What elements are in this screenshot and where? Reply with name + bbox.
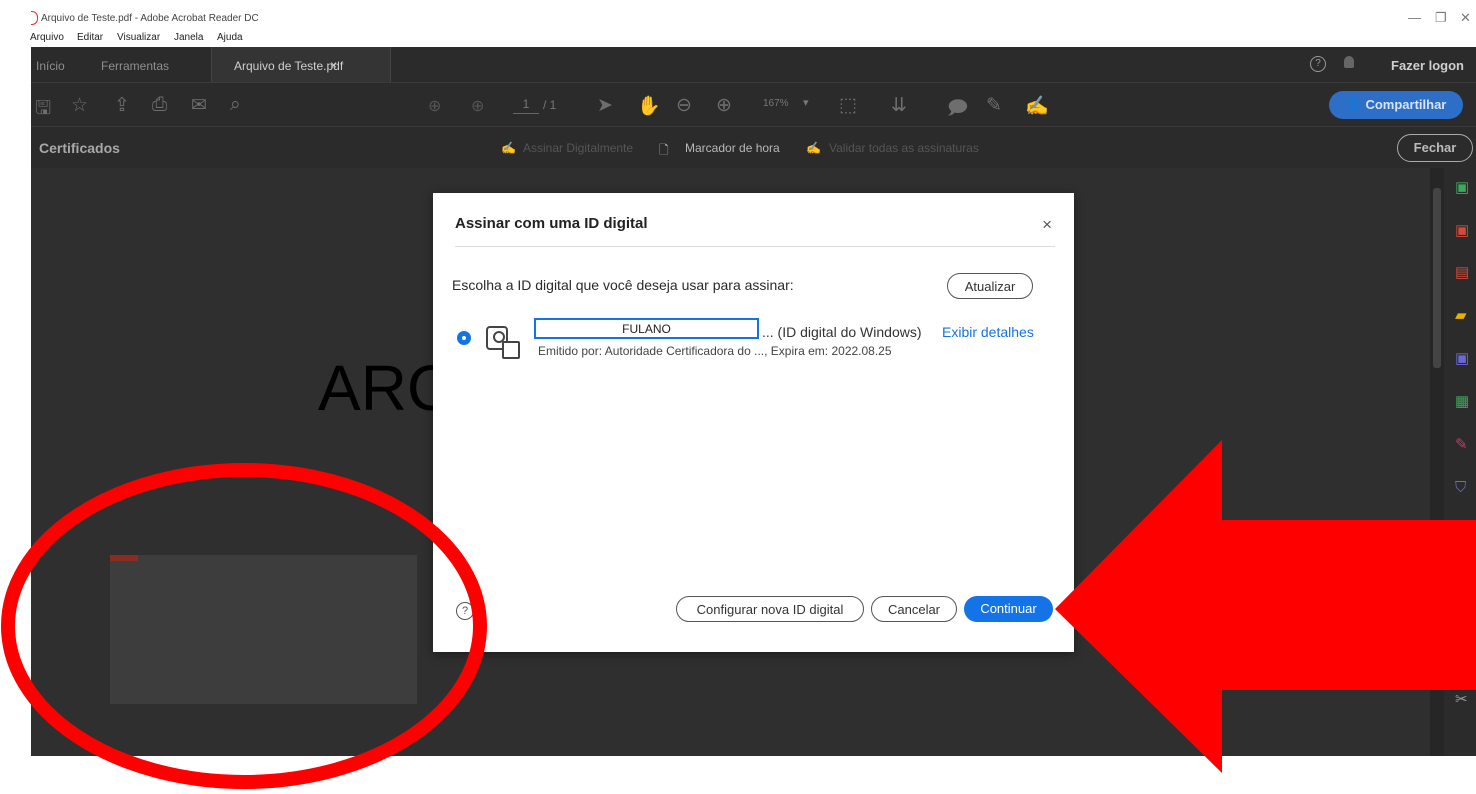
scrollbar-thumb[interactable] bbox=[1433, 188, 1441, 368]
menu-arquivo[interactable]: Arquivo bbox=[30, 32, 64, 43]
tab-ferramentas[interactable]: Ferramentas bbox=[101, 59, 169, 73]
save-disk-icon bbox=[502, 341, 520, 359]
digital-id-type: ... (ID digital do Windows) bbox=[762, 324, 922, 340]
menu-ajuda[interactable]: Ajuda bbox=[217, 32, 243, 43]
tab-inicio[interactable]: Início bbox=[36, 59, 65, 73]
organize-pages-icon[interactable]: ▤ bbox=[1455, 265, 1471, 281]
search-zoom-icon[interactable]: ⌕ bbox=[230, 94, 241, 116]
share-label: Compartilhar bbox=[1365, 97, 1447, 112]
menu-visualizar[interactable]: Visualizar bbox=[117, 32, 160, 43]
timestamp-icon: 🗋 bbox=[659, 143, 669, 157]
digital-id-name[interactable]: FULANO bbox=[534, 318, 759, 339]
restore-button[interactable]: ❐ bbox=[1435, 10, 1447, 26]
tab-document-label: Arquivo de Teste.pdf bbox=[234, 59, 344, 73]
menu-bar: Arquivo Editar Visualizar Janela Ajuda bbox=[0, 32, 1476, 46]
menu-janela[interactable]: Janela bbox=[174, 32, 203, 43]
validate-signatures-icon: ✍ bbox=[806, 141, 821, 155]
menu-editar[interactable]: Editar bbox=[77, 32, 103, 43]
zoom-in-icon[interactable]: ⊕ bbox=[716, 94, 732, 117]
tab-document[interactable]: Arquivo de Teste.pdf × bbox=[211, 47, 391, 82]
refresh-button[interactable]: Atualizar bbox=[947, 273, 1033, 299]
next-page-icon[interactable]: ⊕ bbox=[471, 96, 484, 116]
comment-tool-icon[interactable]: ▰ bbox=[1455, 308, 1471, 324]
sign-digital-id-dialog: Assinar com uma ID digital × Escolha a I… bbox=[433, 193, 1074, 652]
prepare-form-icon[interactable]: ✎ bbox=[1455, 566, 1471, 582]
sign-digitally-icon: ✍ bbox=[501, 141, 516, 155]
minimize-button[interactable]: — bbox=[1408, 10, 1421, 25]
login-link[interactable]: Fazer logon bbox=[1391, 58, 1464, 73]
select-cursor-icon[interactable]: ➤ bbox=[597, 94, 613, 117]
highlight-pen-icon[interactable]: ✎ bbox=[986, 94, 1002, 117]
configure-new-id-button[interactable]: Configurar nova ID digital bbox=[676, 596, 864, 622]
acrobat-pdf-icon[interactable]: ▣ bbox=[1455, 523, 1471, 539]
certificate-icon bbox=[486, 326, 520, 359]
window-title-bar: Arquivo de Teste.pdf - Adobe Acrobat Rea… bbox=[0, 0, 1476, 32]
create-pdf-icon[interactable]: ▣ bbox=[1455, 180, 1471, 196]
protect-icon[interactable]: ⛉ bbox=[1455, 480, 1471, 496]
share-button[interactable]: 👤 Compartilhar bbox=[1329, 91, 1463, 119]
certificates-icon[interactable]: ✍ bbox=[1455, 650, 1474, 666]
save-icon[interactable]: 🖫 bbox=[35, 94, 51, 126]
send-review-icon[interactable]: ▣ bbox=[1455, 609, 1471, 625]
email-icon[interactable]: ✉ bbox=[191, 94, 207, 117]
dialog-prompt: Escolha a ID digital que você deseja usa… bbox=[452, 277, 794, 293]
signature-field-tag bbox=[110, 555, 138, 561]
previous-page-icon[interactable]: ⊕ bbox=[428, 96, 441, 116]
hand-icon[interactable]: ✋ bbox=[637, 94, 661, 118]
main-toolbar: 🖫 ☆ ⇪ ⎙ ✉ ⌕ ⊕ ⊕ 1 / 1 ➤ ✋ ⊖ ⊕ 167% ▾ ⬚ ⇊… bbox=[31, 82, 1476, 127]
notifications-bell-icon[interactable] bbox=[1344, 56, 1354, 68]
window-title: Arquivo de Teste.pdf - Adobe Acrobat Rea… bbox=[41, 13, 259, 24]
digital-id-radio[interactable] bbox=[457, 331, 471, 345]
dialog-title: Assinar com uma ID digital bbox=[455, 215, 648, 232]
help-icon[interactable]: ? bbox=[456, 602, 474, 620]
acrobat-logo-icon bbox=[31, 11, 38, 25]
page-number-input[interactable]: 1 bbox=[513, 95, 539, 114]
add-user-icon: 👤 bbox=[1345, 97, 1362, 112]
close-certificates-button[interactable]: Fechar bbox=[1397, 134, 1473, 162]
zoom-out-icon[interactable]: ⊖ bbox=[676, 94, 692, 117]
dialog-close-icon[interactable]: × bbox=[1042, 215, 1052, 235]
document-scrollbar[interactable] bbox=[1430, 168, 1444, 756]
continue-button[interactable]: Continuar bbox=[964, 596, 1053, 622]
help-icon[interactable]: ? bbox=[1310, 56, 1326, 72]
bookmark-star-icon[interactable]: ☆ bbox=[71, 94, 88, 117]
validate-signatures-button[interactable]: Validar todas as assinaturas bbox=[829, 141, 979, 155]
fit-page-icon[interactable]: ⬚ bbox=[839, 94, 857, 117]
sign-icon[interactable]: ✍ bbox=[1025, 94, 1049, 118]
export-pdf-icon[interactable]: ▣ bbox=[1455, 223, 1471, 239]
page-total: / 1 bbox=[543, 98, 557, 112]
close-window-button[interactable]: ✕ bbox=[1460, 10, 1471, 26]
cancel-button[interactable]: Cancelar bbox=[871, 596, 957, 622]
show-details-link[interactable]: Exibir detalhes bbox=[942, 324, 1034, 340]
print-icon[interactable]: ⎙ bbox=[152, 94, 167, 116]
comment-icon[interactable]: 🗩 bbox=[947, 94, 968, 126]
combine-files-icon[interactable]: ▣ bbox=[1455, 351, 1471, 367]
tab-close-icon[interactable]: × bbox=[330, 58, 337, 72]
chevron-down-icon[interactable]: ▾ bbox=[803, 96, 809, 109]
scroll-mode-icon[interactable]: ⇊ bbox=[891, 94, 907, 117]
zoom-level-select[interactable]: 167% bbox=[763, 98, 789, 109]
right-tools-pane: ▣ ▣ ▤ ▰ ▣ ▦ ✎ ⛉ ▣ ✎ ▣ ✍ ✂ bbox=[1430, 168, 1476, 756]
dialog-divider bbox=[455, 246, 1055, 247]
more-tools-icon[interactable]: ✂ bbox=[1455, 692, 1471, 708]
certificates-toolbar: Certificados ✍ Assinar Digitalmente 🗋 Ma… bbox=[31, 126, 1476, 169]
certificates-title: Certificados bbox=[39, 140, 120, 156]
digital-id-issuer: Emitido por: Autoridade Certificadora do… bbox=[538, 344, 892, 358]
signature-field[interactable] bbox=[110, 555, 417, 704]
sign-digitally-button[interactable]: Assinar Digitalmente bbox=[523, 141, 633, 155]
timestamp-button[interactable]: Marcador de hora bbox=[685, 141, 780, 155]
upload-icon[interactable]: ⇪ bbox=[114, 94, 130, 117]
fill-sign-icon[interactable]: ✎ bbox=[1455, 437, 1471, 453]
tab-bar: Início Ferramentas Arquivo de Teste.pdf … bbox=[31, 47, 1476, 82]
edit-pdf-icon[interactable]: ▦ bbox=[1455, 394, 1471, 410]
